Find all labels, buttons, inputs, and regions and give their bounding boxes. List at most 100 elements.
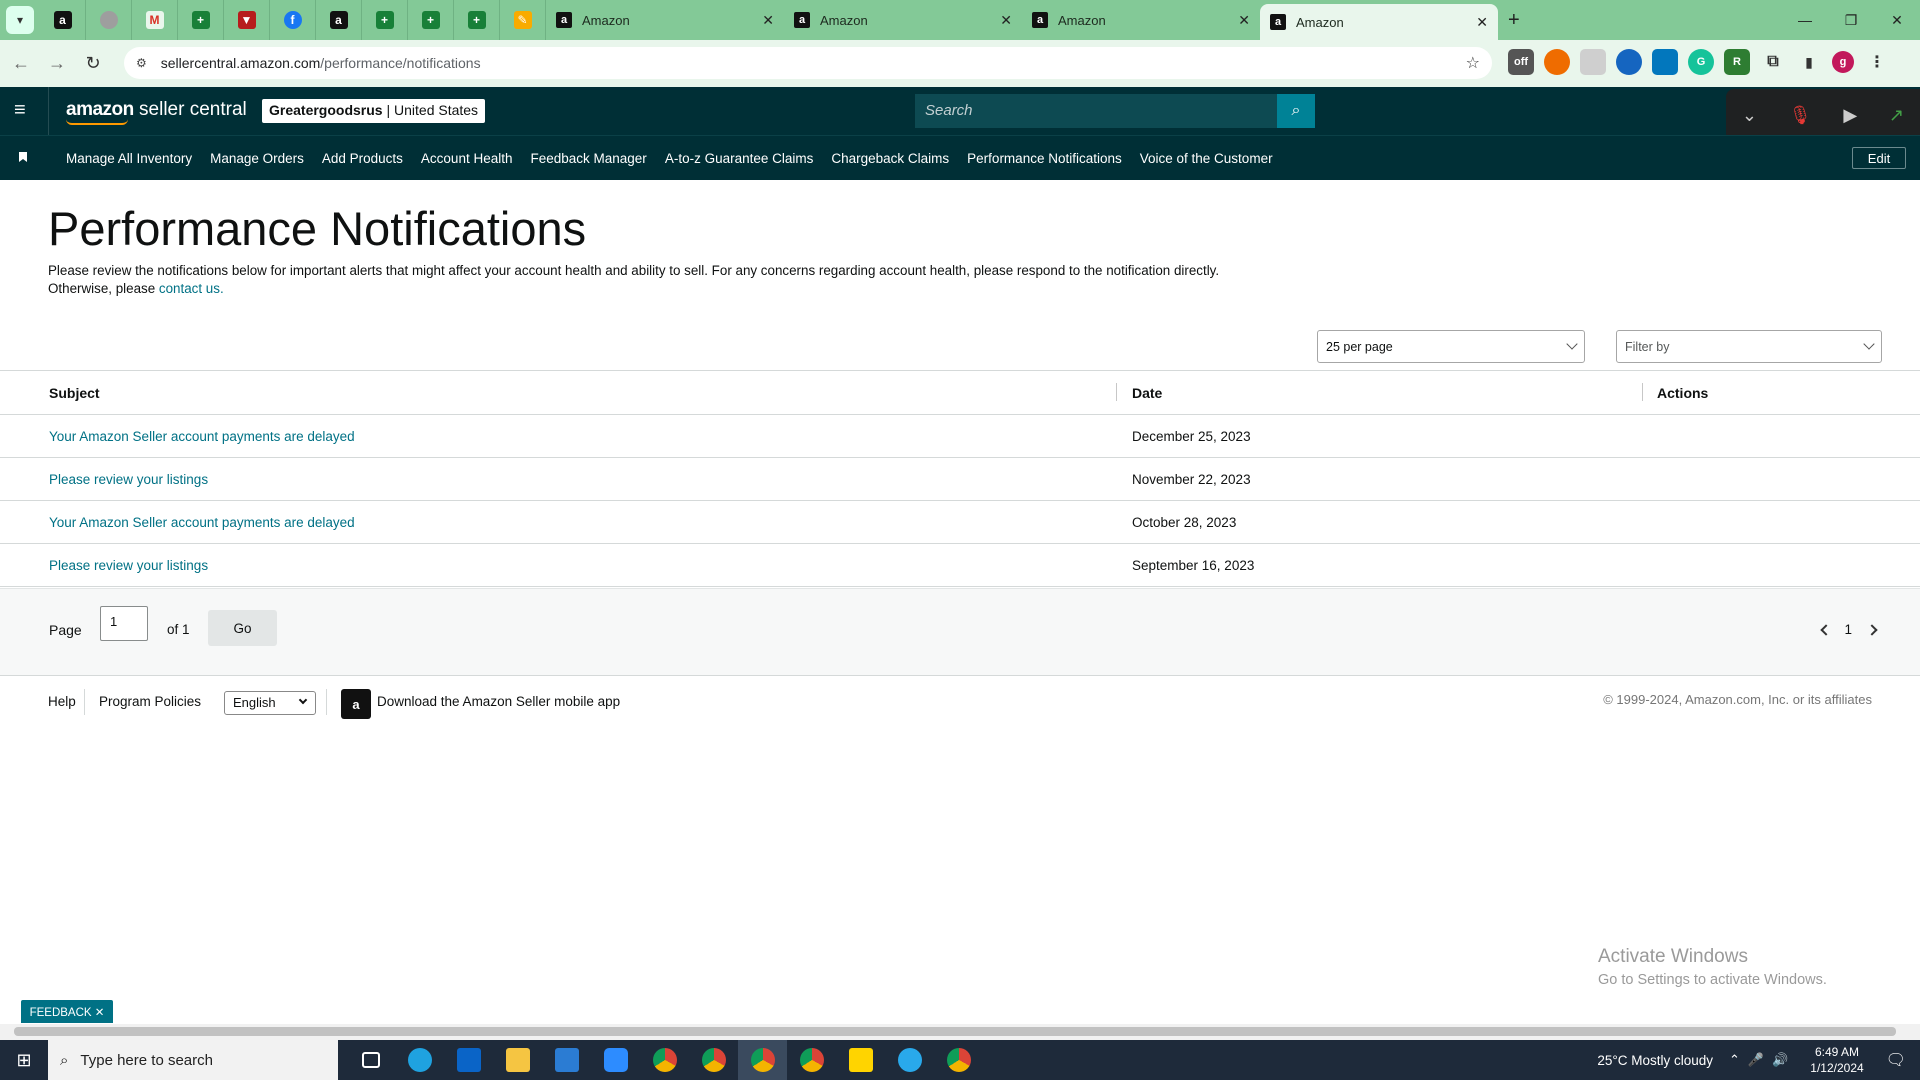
amazon-app-icon[interactable]: a — [341, 689, 371, 719]
forward-icon[interactable]: → — [42, 53, 72, 74]
notification-icon[interactable]: 🗨 — [1886, 1050, 1906, 1070]
extension-icon[interactable] — [1652, 49, 1678, 75]
close-icon[interactable]: ✕ — [762, 12, 774, 29]
feedback-button[interactable]: FEEDBACK ✕ — [21, 1000, 113, 1023]
column-divider[interactable] — [1116, 383, 1117, 401]
notification-subject-link[interactable]: Your Amazon Seller account payments are … — [49, 515, 355, 530]
pinned-tab[interactable]: f — [270, 0, 316, 40]
go-button[interactable]: Go — [208, 610, 277, 646]
pinned-tab[interactable]: + — [362, 0, 408, 40]
bookmark-star-icon[interactable]: ☆ — [1466, 53, 1480, 73]
close-icon[interactable]: ✕ — [1238, 12, 1250, 29]
tab-search-button[interactable]: ▾ — [6, 6, 34, 34]
extension-icon[interactable]: off — [1508, 49, 1534, 75]
menu-dots-icon[interactable]: ⋮ — [1864, 49, 1890, 75]
store-icon[interactable] — [542, 1040, 591, 1080]
pinned-tab[interactable]: + — [454, 0, 500, 40]
search-button[interactable]: ⌕ — [1277, 94, 1315, 128]
previous-page-icon[interactable] — [1820, 623, 1833, 636]
nav-performance-notifications[interactable]: Performance Notifications — [967, 151, 1122, 166]
nav-feedback-manager[interactable]: Feedback Manager — [530, 151, 646, 166]
back-icon[interactable]: ← — [6, 53, 36, 74]
nav-add-products[interactable]: Add Products — [322, 151, 403, 166]
chrome-icon[interactable] — [640, 1040, 689, 1080]
pinned-tab[interactable]: a — [40, 0, 86, 40]
profile-avatar[interactable]: g — [1832, 51, 1854, 73]
file-explorer-icon[interactable] — [493, 1040, 542, 1080]
nav-manage-all-inventory[interactable]: Manage All Inventory — [66, 151, 192, 166]
puzzle-icon[interactable]: ⧉ — [1760, 49, 1786, 75]
url-input[interactable]: ⚙ sellercentral.amazon.com/performance/n… — [124, 47, 1492, 79]
browser-tab[interactable]: a Amazon ✕ — [1022, 0, 1260, 40]
taskbar-clock[interactable]: 6:49 AM 1/12/2024 — [1810, 1044, 1863, 1076]
pinned-tab[interactable]: a — [316, 0, 362, 40]
chrome-icon[interactable] — [787, 1040, 836, 1080]
new-tab-button[interactable]: + — [1508, 9, 1520, 32]
per-page-select[interactable]: 25 per page — [1317, 330, 1585, 363]
pinned-tab[interactable]: + — [178, 0, 224, 40]
browser-tab-active[interactable]: a Amazon ✕ — [1260, 4, 1498, 40]
notification-subject-link[interactable]: Please review your listings — [49, 472, 208, 487]
pinned-tab[interactable]: ▼ — [224, 0, 270, 40]
nav-account-health[interactable]: Account Health — [421, 151, 513, 166]
close-window-icon[interactable]: ✕ — [1874, 0, 1920, 40]
site-info-icon[interactable]: ⚙ — [136, 56, 147, 70]
taskbar-search-input[interactable]: ⌕ Type here to search — [48, 1040, 338, 1080]
download-app-link[interactable]: Download the Amazon Seller mobile app — [377, 694, 620, 709]
header-search-input[interactable]: Search — [915, 94, 1277, 128]
side-panel-icon[interactable]: ▮ — [1796, 49, 1822, 75]
pinned-tab[interactable]: ✎ — [500, 0, 546, 40]
seller-central-logo[interactable]: amazon seller central — [66, 99, 247, 125]
task-view-icon[interactable] — [346, 1040, 395, 1080]
nav-chargeback-claims[interactable]: Chargeback Claims — [831, 151, 949, 166]
contact-us-link[interactable]: contact us. — [159, 281, 224, 296]
page-number-input[interactable]: 1 — [100, 606, 148, 641]
windows-start-icon[interactable]: ⊞ — [0, 1040, 48, 1080]
minimize-icon[interactable]: — — [1782, 0, 1828, 40]
grammarly-icon[interactable]: G — [1688, 49, 1714, 75]
nav-voice-of-customer[interactable]: Voice of the Customer — [1140, 151, 1273, 166]
browser-tab[interactable]: a Amazon ✕ — [784, 0, 1022, 40]
close-icon[interactable]: ✕ — [1000, 12, 1012, 29]
column-divider[interactable] — [1642, 383, 1643, 401]
column-header-date[interactable]: Date — [1132, 385, 1162, 401]
chrome-icon[interactable] — [738, 1040, 787, 1080]
browser-tab[interactable]: a Amazon ✕ — [546, 0, 784, 40]
scrollbar-thumb[interactable] — [14, 1027, 1896, 1036]
sticky-notes-icon[interactable] — [836, 1040, 885, 1080]
language-select[interactable]: English — [224, 691, 316, 715]
footer-program-policies-link[interactable]: Program Policies — [99, 694, 201, 709]
edge-icon[interactable] — [395, 1040, 444, 1080]
chrome-icon[interactable] — [934, 1040, 983, 1080]
column-header-subject[interactable]: Subject — [49, 385, 100, 401]
footer-help-link[interactable]: Help — [48, 694, 76, 709]
restore-icon[interactable]: ❐ — [1828, 0, 1874, 40]
extension-icon[interactable]: R — [1724, 49, 1750, 75]
mic-muted-icon[interactable]: 🎙 — [1789, 105, 1812, 126]
edit-nav-button[interactable]: Edit — [1852, 147, 1906, 169]
filter-by-select[interactable]: Filter by — [1616, 330, 1882, 363]
extension-icon[interactable] — [1580, 49, 1606, 75]
chevron-down-icon[interactable]: ⌄ — [1742, 105, 1757, 126]
reload-icon[interactable]: ↻ — [78, 53, 108, 74]
next-page-icon[interactable] — [1866, 623, 1878, 636]
store-selector[interactable]: Greatergoodsrus | United States — [262, 99, 486, 123]
current-page-number[interactable]: 1 — [1844, 622, 1852, 637]
camera-icon[interactable]: ▶ — [1843, 105, 1857, 126]
bookmark-icon[interactable] — [19, 152, 27, 162]
mail-icon[interactable] — [444, 1040, 493, 1080]
weather-widget[interactable]: 25°C Mostly cloudy — [1597, 1053, 1713, 1068]
horizontal-scrollbar[interactable] — [0, 1024, 1920, 1040]
pinned-tab[interactable] — [86, 0, 132, 40]
pinned-tab[interactable]: M — [132, 0, 178, 40]
telegram-icon[interactable] — [885, 1040, 934, 1080]
pinned-tab[interactable]: + — [408, 0, 454, 40]
close-icon[interactable]: ✕ — [1476, 14, 1488, 31]
zoom-icon[interactable] — [591, 1040, 640, 1080]
nav-a-to-z-claims[interactable]: A-to-z Guarantee Claims — [665, 151, 814, 166]
extension-icon[interactable] — [1544, 49, 1570, 75]
tray-icons[interactable]: ⌃🎤🔊 — [1729, 1052, 1796, 1068]
hamburger-menu-icon[interactable]: ≡ — [14, 100, 32, 120]
notification-subject-link[interactable]: Your Amazon Seller account payments are … — [49, 429, 355, 444]
share-icon[interactable]: ↗ — [1889, 105, 1904, 126]
